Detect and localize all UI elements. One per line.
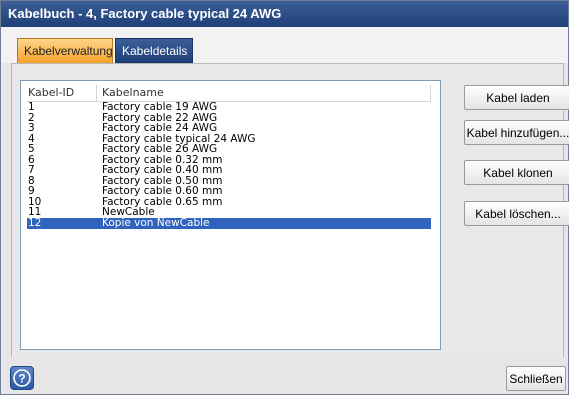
table-row[interactable]: 2 Factory cable 22 AWG xyxy=(27,112,431,124)
table-row[interactable]: 12 Kopie von NewCable xyxy=(27,216,431,229)
cable-id-cell: 3 xyxy=(28,122,35,134)
table-row[interactable]: 3 Factory cable 24 AWG xyxy=(27,123,431,134)
cable-list-rows: 1 Factory cable 19 AWG 2 Factory cable 22 A… xyxy=(27,102,431,229)
cable-book-window: Kabelbuch - 4, Factory cable typical 24 … xyxy=(0,0,569,395)
cable-name-cell: Factory cable 0.40 mm xyxy=(102,164,223,176)
cable-name-cell: Factory cable 19 AWG xyxy=(102,101,218,113)
tab-cable-details[interactable]: Kabeldetails xyxy=(115,38,193,63)
table-row[interactable]: 8 Factory cable 0.50 mm xyxy=(27,175,431,187)
add-cable-button[interactable]: Kabel hinzufügen... xyxy=(464,120,569,145)
column-header-cable-name[interactable]: Kabelname xyxy=(102,85,431,101)
dialog-footer: ? Schließen xyxy=(1,357,568,394)
table-row[interactable]: 1 Factory cable 19 AWG xyxy=(27,102,431,113)
cable-name-cell: Factory cable 26 AWG xyxy=(102,143,218,155)
table-row[interactable]: 9 Factory cable 0.60 mm xyxy=(27,186,431,197)
close-button[interactable]: Schließen xyxy=(506,366,566,391)
cable-name-cell: Factory cable 24 AWG xyxy=(102,122,218,134)
cable-name-cell: Kopie von NewCable xyxy=(102,216,210,229)
delete-cable-button[interactable]: Kabel löschen... xyxy=(464,201,569,226)
cable-management-panel: Kabel-ID Kabelname 1 Factory cable 19 AWG… xyxy=(11,63,569,358)
clone-cable-button[interactable]: Kabel klonen xyxy=(464,160,569,185)
cable-id-cell: 1 xyxy=(28,101,35,113)
table-row[interactable]: 6 Factory cable 0.32 mm xyxy=(27,154,431,166)
cable-id-cell: 5 xyxy=(28,143,35,155)
table-row[interactable]: 4 Factory cable typical 24 AWG xyxy=(27,133,431,145)
cable-name-cell: NewCable xyxy=(102,206,155,218)
cable-id-cell: 7 xyxy=(28,164,35,176)
table-row[interactable]: 11 NewCable xyxy=(27,207,431,218)
column-header-cable-id[interactable]: Kabel-ID xyxy=(28,85,97,101)
cable-list-header: Kabel-ID Kabelname xyxy=(27,85,431,102)
cable-id-cell: 12 xyxy=(28,216,42,229)
cable-id-cell: 9 xyxy=(28,185,35,197)
cable-list[interactable]: Kabel-ID Kabelname 1 Factory cable 19 AWG… xyxy=(20,80,441,350)
help-button[interactable]: ? xyxy=(10,366,34,390)
cable-id-cell: 11 xyxy=(28,206,42,218)
tab-strip: Kabelverwaltung Kabeldetails xyxy=(1,27,568,63)
window-title: Kabelbuch - 4, Factory cable typical 24 … xyxy=(1,1,568,27)
table-row[interactable]: 7 Factory cable 0.40 mm xyxy=(27,165,431,176)
cable-name-cell: Factory cable 0.60 mm xyxy=(102,185,223,197)
table-row[interactable]: 5 Factory cable 26 AWG xyxy=(27,144,431,155)
table-row[interactable]: 10 Factory cable 0.65 mm xyxy=(27,196,431,208)
svg-text:?: ? xyxy=(18,372,25,386)
question-mark-icon: ? xyxy=(11,367,33,389)
load-cable-button[interactable]: Kabel laden xyxy=(464,85,569,110)
tab-cable-management[interactable]: Kabelverwaltung xyxy=(17,38,113,63)
